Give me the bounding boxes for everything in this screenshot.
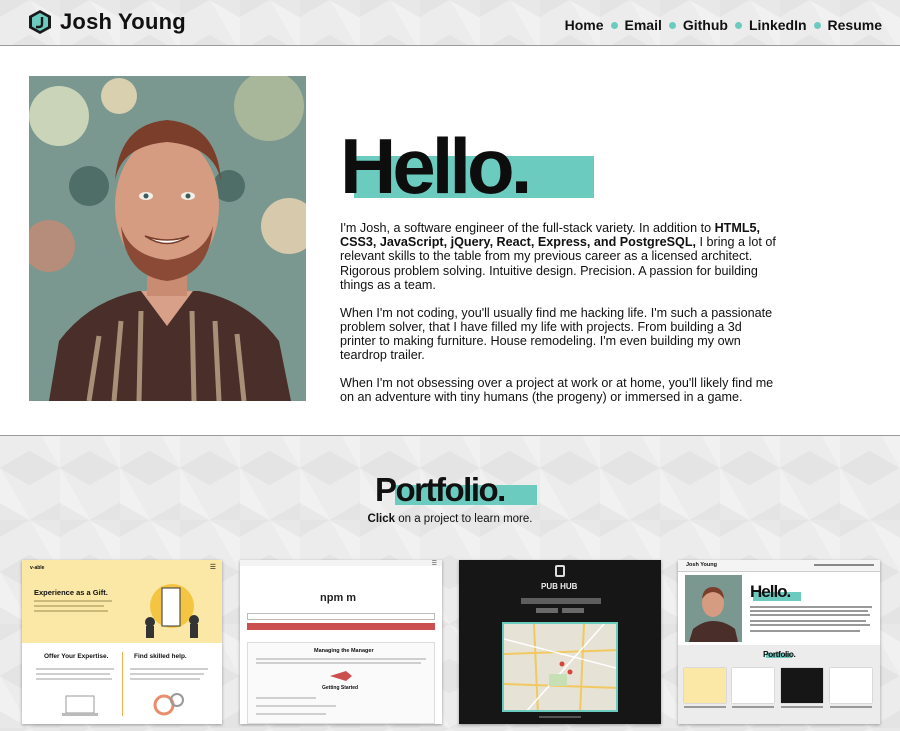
npmm-logo: npm m (320, 592, 357, 604)
vable-headline: Experience as a Gift. (34, 588, 108, 597)
hello-title: Hello. (340, 122, 532, 210)
vable-illustration (145, 584, 199, 638)
project-card-pubhub[interactable]: PUB HUB (459, 560, 661, 724)
portfolio-title: Portfolio. (375, 471, 506, 508)
text-line (256, 705, 336, 707)
brand-logo-icon (29, 10, 51, 34)
project-card-npmm[interactable]: ☰ npm m Managing the Manager Getting Sta… (240, 560, 442, 724)
portfolio-subtitle-rest: on a project to learn more. (395, 513, 533, 525)
mini-thumb (781, 668, 823, 703)
text-line (750, 624, 870, 626)
vable-col2-title: Find skilled help. (134, 653, 187, 660)
nav-separator-dot (610, 21, 618, 29)
menu-icon: ☰ (209, 564, 216, 571)
nav-resume[interactable]: Resume (828, 17, 882, 33)
bio-intro: I'm Josh, a software engineer of the ful… (340, 221, 715, 235)
mini-portfolio: Portfolio. (678, 645, 880, 724)
brand-name: Josh Young (60, 9, 186, 34)
browser-bar (240, 560, 442, 566)
text-line (34, 610, 108, 612)
bio-paragraph-2: When I'm not coding, you'll usually find… (340, 305, 773, 363)
mini-brand: Josh Young (686, 562, 717, 568)
bio-paragraph-3: When I'm not obsessing over a project at… (340, 375, 774, 405)
pubhub-title: PUB HUB (541, 582, 578, 591)
nav-separator-dot (813, 21, 821, 29)
site-header: Josh Young Home Email Github LinkedIn Re… (0, 0, 900, 46)
profile-portrait (29, 76, 306, 401)
mini-thumb (732, 668, 774, 703)
beer-mug-icon (555, 565, 565, 577)
mini-caption (781, 706, 823, 708)
npmm-search-button (247, 623, 435, 630)
project-card-portfolio-site[interactable]: Josh Young Hello. Portfolio. (678, 560, 880, 724)
project-card-vable[interactable]: v-able Experience as a Gift. ☰ Offer You… (22, 560, 222, 724)
text-line (750, 610, 868, 612)
text-line (256, 713, 326, 715)
mini-hello: Hello. (750, 582, 791, 601)
vable-logo: v-able (30, 565, 45, 571)
text-line (34, 605, 104, 607)
nav-github[interactable]: Github (683, 17, 728, 33)
menu-icon: ☰ (431, 561, 437, 567)
mini-portrait-illustration (685, 575, 742, 642)
vable-col1-title: Offer Your Expertise. (44, 653, 109, 660)
portfolio-section: Portfolio. Click on a project to learn m… (0, 437, 900, 731)
nav-separator-dot (734, 21, 742, 29)
main-nav: Home Email Github LinkedIn Resume (565, 17, 882, 33)
portrait-illustration (29, 76, 306, 401)
bio-paragraph-1: I'm Josh, a software engineer of the ful… (340, 221, 780, 292)
mini-caption (684, 706, 726, 708)
portfolio-heading: Portfolio. (375, 471, 545, 511)
text-line (130, 678, 200, 680)
about-section: Hello. I'm Josh, a software engineer of … (0, 46, 900, 436)
pubhub-map (502, 622, 618, 712)
mini-caption (732, 706, 774, 708)
text-line (256, 697, 316, 699)
divider (122, 652, 123, 716)
gears-illustration (153, 693, 184, 716)
text-line (36, 668, 114, 670)
text-line (36, 678, 112, 680)
nav-separator-dot (668, 21, 676, 29)
text-line (130, 668, 208, 670)
npmm-search-input (247, 613, 435, 620)
text-line (36, 673, 110, 675)
npmm-info-panel: Managing the Manager Getting Started (247, 642, 435, 724)
text-line (256, 658, 426, 660)
hello-heading: Hello. (340, 126, 610, 206)
map-illustration (504, 624, 616, 710)
nav-linkedin[interactable]: LinkedIn (749, 17, 807, 33)
mini-nav (814, 564, 874, 566)
mini-thumb (830, 668, 872, 703)
portfolio-subtitle-bold: Click (367, 513, 396, 525)
text-line (34, 600, 112, 602)
pubhub-button (562, 608, 584, 613)
npmm-getting-started: Getting Started (322, 685, 359, 691)
mini-portfolio-title: Portfolio. (763, 649, 796, 659)
portfolio-subtitle: Click on a project to learn more. (0, 513, 900, 525)
rocket-icon (330, 671, 352, 681)
text-line (256, 662, 421, 664)
text-line (750, 630, 860, 632)
nav-email[interactable]: Email (625, 17, 662, 33)
brand[interactable]: Josh Young (28, 9, 186, 35)
mini-header: Josh Young (678, 560, 880, 572)
mini-caption (830, 706, 872, 708)
pubhub-search-input (521, 598, 601, 604)
mini-thumb (684, 668, 726, 703)
mini-portrait (685, 575, 742, 642)
footer-line (539, 716, 581, 718)
nav-home[interactable]: Home (565, 17, 604, 33)
vable-hero: v-able Experience as a Gift. ☰ (22, 560, 222, 643)
npmm-panel-title: Managing the Manager (314, 648, 374, 654)
bio-text: I'm Josh, a software engineer of the ful… (340, 221, 780, 418)
text-line (750, 614, 870, 616)
text-line (750, 620, 866, 622)
pubhub-button (536, 608, 558, 613)
text-line (750, 606, 872, 608)
laptop-illustration (62, 695, 98, 716)
text-line (130, 673, 204, 675)
